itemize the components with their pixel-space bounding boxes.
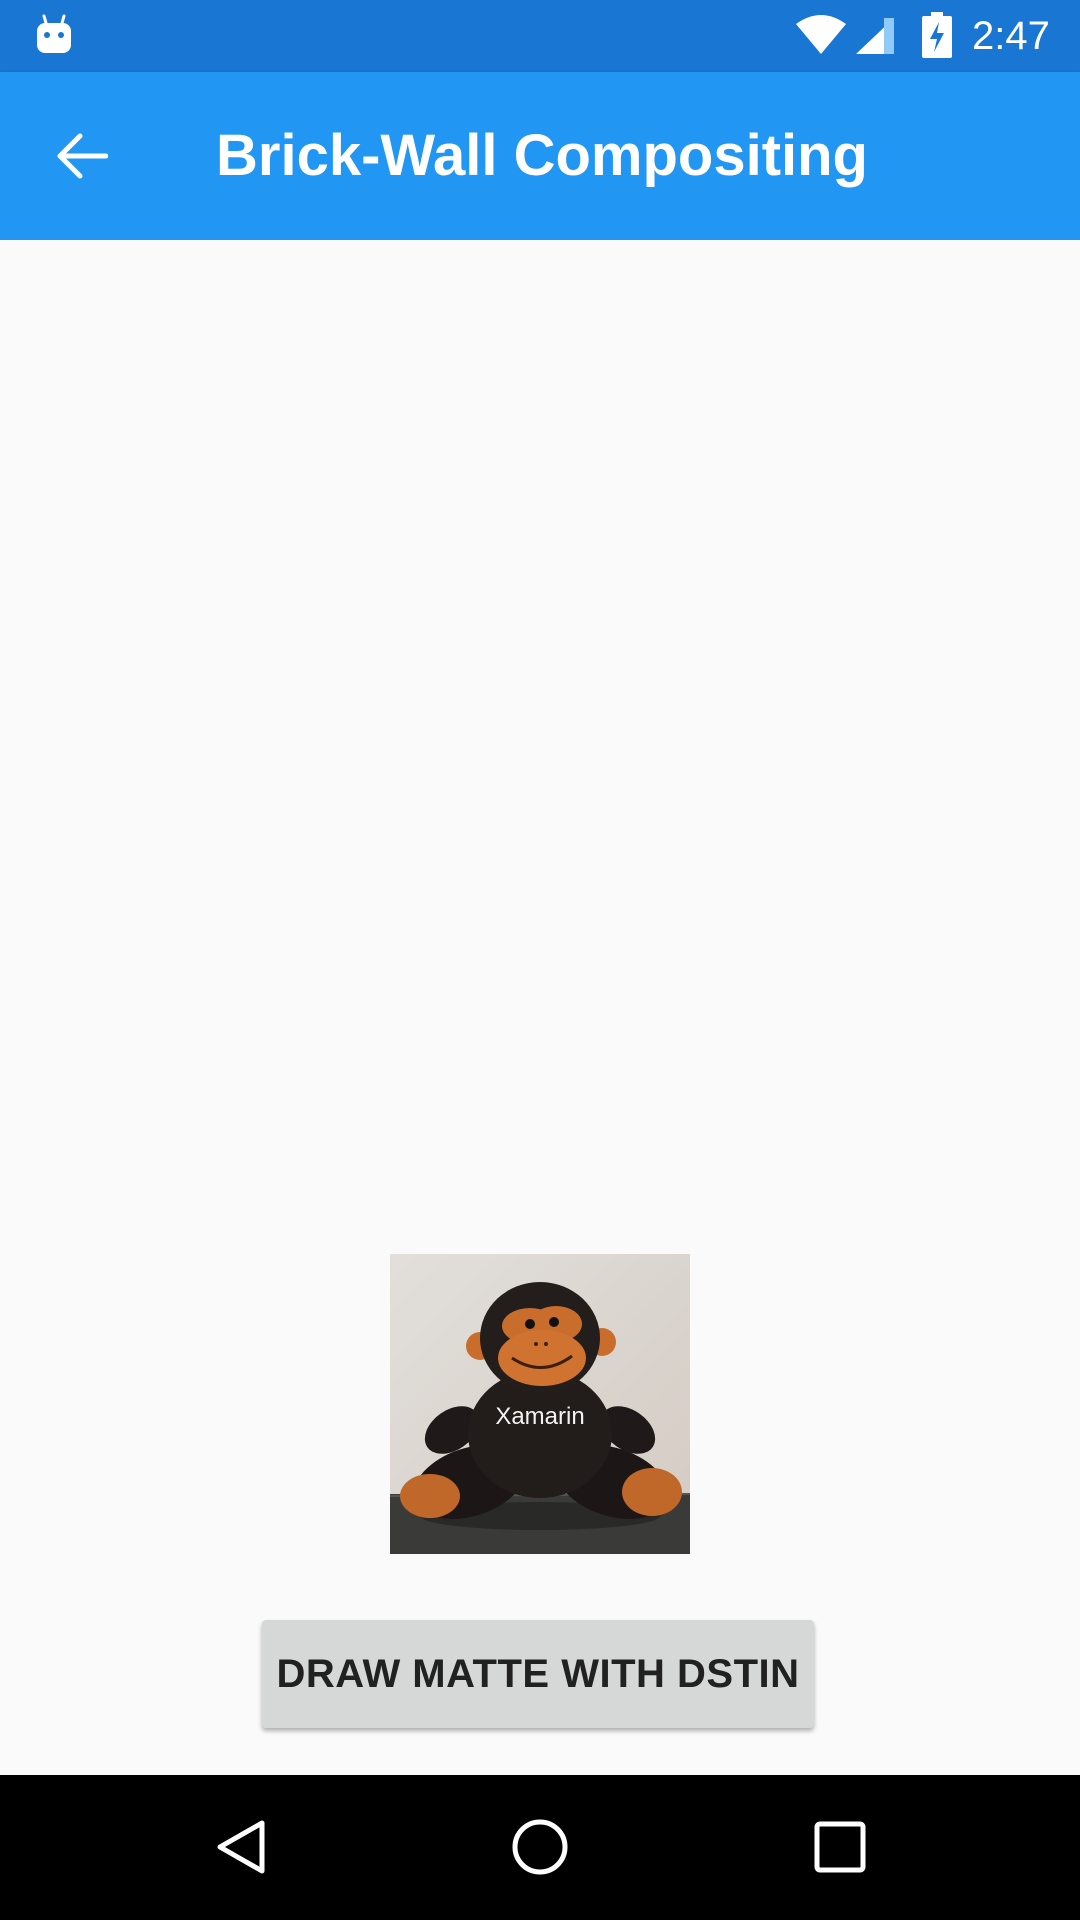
navigation-bar [0,1775,1080,1920]
monkey-plush-photo: Xamarin [390,1254,690,1554]
arrow-back-icon [57,133,108,179]
shirt-text: Xamarin [495,1403,584,1430]
nav-back-button[interactable] [190,1797,290,1897]
status-bar: 2:47 [0,0,1080,72]
draw-matte-button-label: DRAW MATTE WITH DSTIN [276,1651,800,1696]
app-bar: Brick-Wall Compositing [0,72,1080,240]
main-content: Xamarin DRAW MATTE WITH DSTIN [0,240,1080,1775]
battery-charging-icon [922,12,952,58]
wifi-icon [796,15,846,54]
nav-home-button[interactable] [490,1797,590,1897]
status-clock: 2:47 [972,14,1050,58]
nav-recents-button[interactable] [790,1797,890,1897]
screen: 2:47 Brick-Wall Compositing Xamarin DRAW… [0,0,1080,1920]
cell-signal-icon [856,18,894,54]
android-notification-icon [37,14,71,53]
back-button[interactable] [34,108,130,204]
nav-back-icon [217,1820,265,1874]
nav-home-icon [512,1819,568,1875]
nav-recents-icon [814,1821,866,1873]
draw-matte-button[interactable]: DRAW MATTE WITH DSTIN [262,1620,814,1728]
page-title: Brick-Wall Compositing [216,123,868,188]
